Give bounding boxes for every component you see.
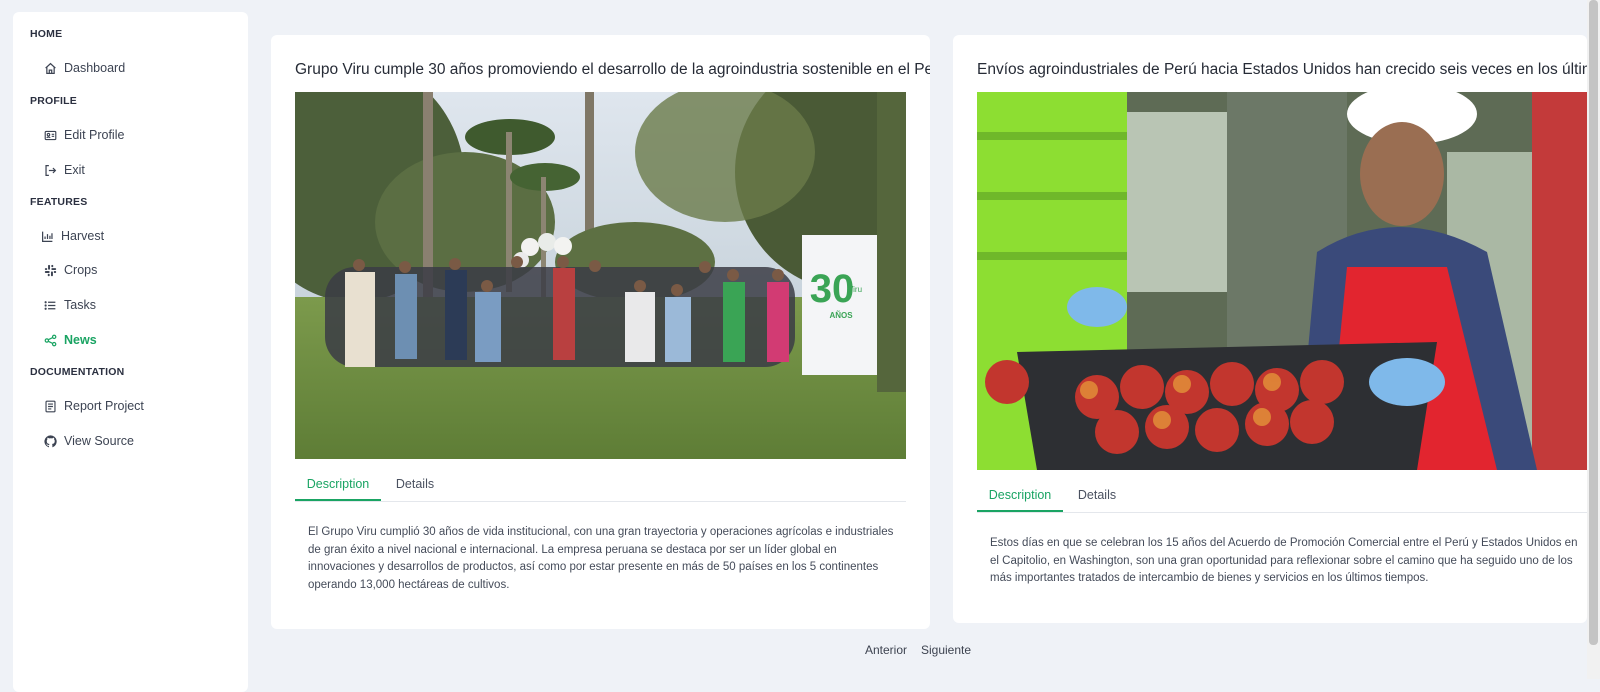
sidebar-item-label: Edit Profile [64,128,125,142]
svg-text:AÑOS: AÑOS [829,311,853,320]
news-card: Grupo Viru cumple 30 años promoviendo el… [271,35,930,629]
news-description: Estos días en que se celebran los 15 año… [990,537,1578,585]
slack-icon [43,263,57,277]
news-tabs: Description Details [977,480,1587,513]
sidebar-item-report-project[interactable]: Report Project [43,395,144,417]
sidebar-item-harvest[interactable]: Harvest [40,225,104,247]
vertical-scrollbar[interactable] [1587,0,1600,679]
sidebar-item-label: Exit [64,163,85,177]
sidebar-item-view-source[interactable]: View Source [43,430,134,452]
tab-details[interactable]: Details [1071,480,1123,511]
news-image-group-photo: 30 Viru AÑOS [295,92,906,459]
svg-text:Viru: Viru [848,285,862,294]
sidebar-item-crops[interactable]: Crops [43,259,97,281]
sidebar-item-label: News [64,333,97,347]
tab-details[interactable]: Details [389,469,441,500]
github-icon [43,434,57,448]
news-image-fruit-worker [977,92,1587,470]
pagination-prev[interactable]: Anterior [865,643,907,657]
sidebar-item-tasks[interactable]: Tasks [43,294,96,316]
viru-banner: 30 Viru AÑOS [802,235,878,375]
id-card-icon [43,128,57,142]
bar-chart-icon [40,229,54,243]
news-description: El Grupo Viru cumplió 30 años de vida in… [308,526,894,591]
news-tabs: Description Details [295,469,906,502]
news-card: Envíos agroindustriales de Perú hacia Es… [953,35,1587,623]
sidebar-item-label: Harvest [61,229,105,243]
news-title: Grupo Viru cumple 30 años promoviendo el… [295,61,930,78]
sidebar-item-label: Dashboard [64,61,126,75]
sidebar-item-dashboard[interactable]: Dashboard [43,57,125,79]
sidebar-item-label: Report Project [64,399,144,413]
section-title-profile: PROFILE [30,95,77,107]
scrollbar-thumb[interactable] [1589,0,1598,645]
tab-description[interactable]: Description [977,480,1063,512]
list-icon [43,298,57,312]
pagination-next[interactable]: Siguiente [921,643,971,657]
sidebar-item-news[interactable]: News [43,329,97,351]
section-title-features: FEATURES [30,196,88,208]
home-icon [43,61,57,75]
document-icon [43,399,57,413]
sidebar: HOME Dashboard PROFILE Edit Profile Exit… [13,12,248,692]
sidebar-item-label: Tasks [64,298,96,312]
section-title-home: HOME [30,28,63,40]
sidebar-item-exit[interactable]: Exit [43,159,85,181]
exit-icon [43,163,57,177]
sidebar-item-label: View Source [64,434,134,448]
tab-description[interactable]: Description [295,469,381,501]
news-title: Envíos agroindustriales de Perú hacia Es… [977,61,1587,78]
share-icon [43,333,57,347]
sidebar-item-edit-profile[interactable]: Edit Profile [43,124,124,146]
sidebar-item-label: Crops [64,263,98,277]
section-title-documentation: DOCUMENTATION [30,366,125,378]
